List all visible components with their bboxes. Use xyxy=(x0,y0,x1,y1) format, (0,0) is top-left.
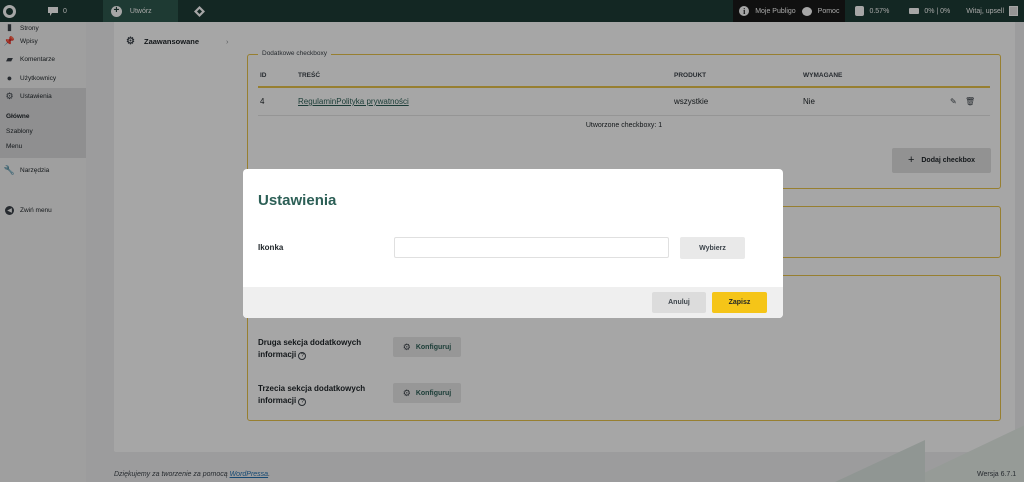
settings-modal: Ustawienia Ikonka Wybierz Anuluj Zapisz xyxy=(243,169,783,318)
save-button[interactable]: Zapisz xyxy=(712,292,767,313)
cancel-button[interactable]: Anuluj xyxy=(652,292,706,313)
choose-button[interactable]: Wybierz xyxy=(680,237,745,259)
icon-input[interactable] xyxy=(394,237,669,258)
icon-field-label: Ikonka xyxy=(258,243,284,252)
modal-footer: Anuluj Zapisz xyxy=(243,287,783,318)
modal-title: Ustawienia xyxy=(258,192,337,209)
